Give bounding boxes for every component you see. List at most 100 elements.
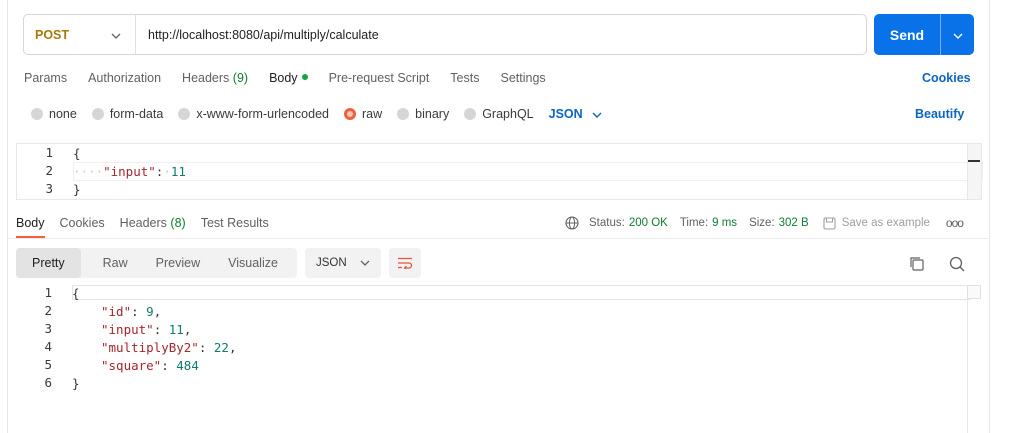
radio-form-data[interactable]: form-data xyxy=(91,107,163,121)
radio-x-www-form-urlencoded[interactable]: x-www-form-urlencoded xyxy=(178,107,329,121)
search-icon[interactable] xyxy=(948,255,966,273)
json-key: "multiplyBy2" xyxy=(101,340,199,355)
tab-label: Body xyxy=(269,71,298,85)
json-value: 9 xyxy=(146,304,154,319)
tab-tests[interactable]: Tests xyxy=(450,71,479,89)
chevron-down-icon xyxy=(360,260,370,266)
json-value: 11 xyxy=(168,322,184,337)
request-tabs: Params Authorization Headers (9) Body Pr… xyxy=(24,71,567,89)
radio-circle-icon xyxy=(178,108,191,120)
code-line-input: "input": 11, xyxy=(101,321,191,339)
url-text: http://localhost:8080/api/multiply/calcu… xyxy=(148,27,379,42)
line-number: 5 xyxy=(44,357,52,372)
tab-pre-request-script[interactable]: Pre-request Script xyxy=(329,71,430,89)
json-key: "input" xyxy=(101,322,154,337)
body-type-selector: none form-data x-www-form-urlencoded raw… xyxy=(31,107,602,121)
save-as-example-button[interactable]: Save as example xyxy=(823,216,930,230)
tab-settings[interactable]: Settings xyxy=(500,71,545,89)
json-colon: : xyxy=(161,358,177,373)
chevron-down-icon xyxy=(592,107,602,121)
code-line-multiplyBy2: "multiplyBy2": 22, xyxy=(101,339,237,357)
json-comma: , xyxy=(183,322,192,337)
response-tab-headers[interactable]: Headers (8) xyxy=(120,216,186,230)
line-number: 3 xyxy=(45,181,53,196)
more-options-icon[interactable]: ooo xyxy=(946,216,964,230)
request-bar: POST http://localhost:8080/api/multiply/… xyxy=(23,14,867,55)
response-format-select[interactable]: JSON xyxy=(305,248,381,278)
code-brace-close: } xyxy=(73,182,81,197)
tab-label: Test Results xyxy=(200,216,269,230)
size-value: 302 B xyxy=(778,217,809,229)
cookies-link[interactable]: Cookies xyxy=(922,71,971,85)
send-button[interactable]: Send xyxy=(874,14,940,55)
view-visualize[interactable]: Visualize xyxy=(214,248,292,278)
radio-label: x-www-form-urlencoded xyxy=(196,107,329,121)
view-preview[interactable]: Preview xyxy=(142,248,214,278)
tab-authorization[interactable]: Authorization xyxy=(88,71,161,89)
view-pretty[interactable]: Pretty xyxy=(16,248,81,278)
status-label: Status: xyxy=(589,217,625,229)
chevron-down-icon xyxy=(953,27,963,42)
radio-circle-icon xyxy=(464,108,477,120)
code-brace-open: { xyxy=(73,146,81,161)
code-brace-close: } xyxy=(72,376,80,391)
json-colon: : xyxy=(153,322,169,337)
save-icon xyxy=(823,216,836,230)
active-line-highlight xyxy=(73,162,983,181)
line-number: 2 xyxy=(44,303,52,318)
response-meta: Status: 200 OK Time: 9 ms Size: 302 B Save … xyxy=(565,216,964,230)
radio-graphql[interactable]: GraphQL xyxy=(464,107,534,121)
radio-none[interactable]: none xyxy=(31,107,77,121)
wrap-lines-icon xyxy=(397,257,413,269)
method-label: POST xyxy=(35,27,70,42)
send-button-group: Send xyxy=(874,14,974,55)
modified-dot-icon xyxy=(301,74,308,80)
send-options-button[interactable] xyxy=(941,14,974,55)
beautify-button[interactable]: Beautify xyxy=(915,107,964,121)
save-label: Save as example xyxy=(841,217,930,229)
json-comma: , xyxy=(228,340,237,355)
scrollbar-thumb[interactable] xyxy=(967,285,981,299)
status-info[interactable]: Status: 200 OK xyxy=(589,217,668,229)
chevron-down-icon xyxy=(111,28,121,42)
radio-raw[interactable]: raw xyxy=(344,107,382,121)
tab-label: Headers xyxy=(119,216,167,230)
status-value: 200 OK xyxy=(628,217,668,229)
radio-binary[interactable]: binary xyxy=(397,107,449,121)
format-label: JSON xyxy=(316,257,347,269)
tab-params[interactable]: Params xyxy=(24,71,67,89)
radio-circle-icon xyxy=(397,108,410,120)
tab-headers[interactable]: Headers (9) xyxy=(182,71,248,89)
left-border xyxy=(7,0,8,433)
json-colon: : xyxy=(198,340,214,355)
url-input[interactable]: http://localhost:8080/api/multiply/calcu… xyxy=(136,15,866,54)
code-line-square: "square": 484 xyxy=(101,357,199,375)
wrap-lines-button[interactable] xyxy=(389,248,421,278)
radio-circle-icon xyxy=(91,108,104,120)
response-tab-cookies[interactable]: Cookies xyxy=(60,216,105,230)
tab-label: Body xyxy=(16,216,45,230)
tab-label: Tests xyxy=(450,71,480,85)
method-select[interactable]: POST xyxy=(24,15,136,54)
json-key: "id" xyxy=(101,304,132,319)
view-raw[interactable]: Raw xyxy=(89,248,142,278)
response-tab-test-results[interactable]: Test Results xyxy=(201,216,269,230)
response-scrollbar[interactable] xyxy=(967,285,981,433)
response-tabs: Body Cookies Headers (8) Test Results xyxy=(16,216,284,230)
response-view-toggle: Pretty Raw Preview Visualize xyxy=(16,248,297,278)
time-info[interactable]: Time: 9 ms xyxy=(680,217,737,229)
response-body-viewer[interactable]: 1 2 3 4 5 6 { "id": 9, "input": 11, "mul… xyxy=(16,284,982,433)
code-brace-open: { xyxy=(72,286,80,301)
line-number: 6 xyxy=(44,375,52,390)
editor-scrollbar[interactable] xyxy=(967,144,981,199)
json-colon: : xyxy=(131,304,147,319)
size-info[interactable]: Size: 302 B xyxy=(749,217,809,229)
request-body-editor[interactable]: 1 2 3 { ····"input":·11 } xyxy=(16,143,983,200)
size-label: Size: xyxy=(749,217,775,229)
globe-icon[interactable] xyxy=(565,216,579,230)
body-language-select[interactable]: JSON xyxy=(549,107,602,121)
copy-icon[interactable] xyxy=(908,255,926,273)
tab-body[interactable]: Body xyxy=(269,71,308,89)
response-tab-body[interactable]: Body xyxy=(16,216,45,230)
tab-count: (9) xyxy=(232,71,249,85)
